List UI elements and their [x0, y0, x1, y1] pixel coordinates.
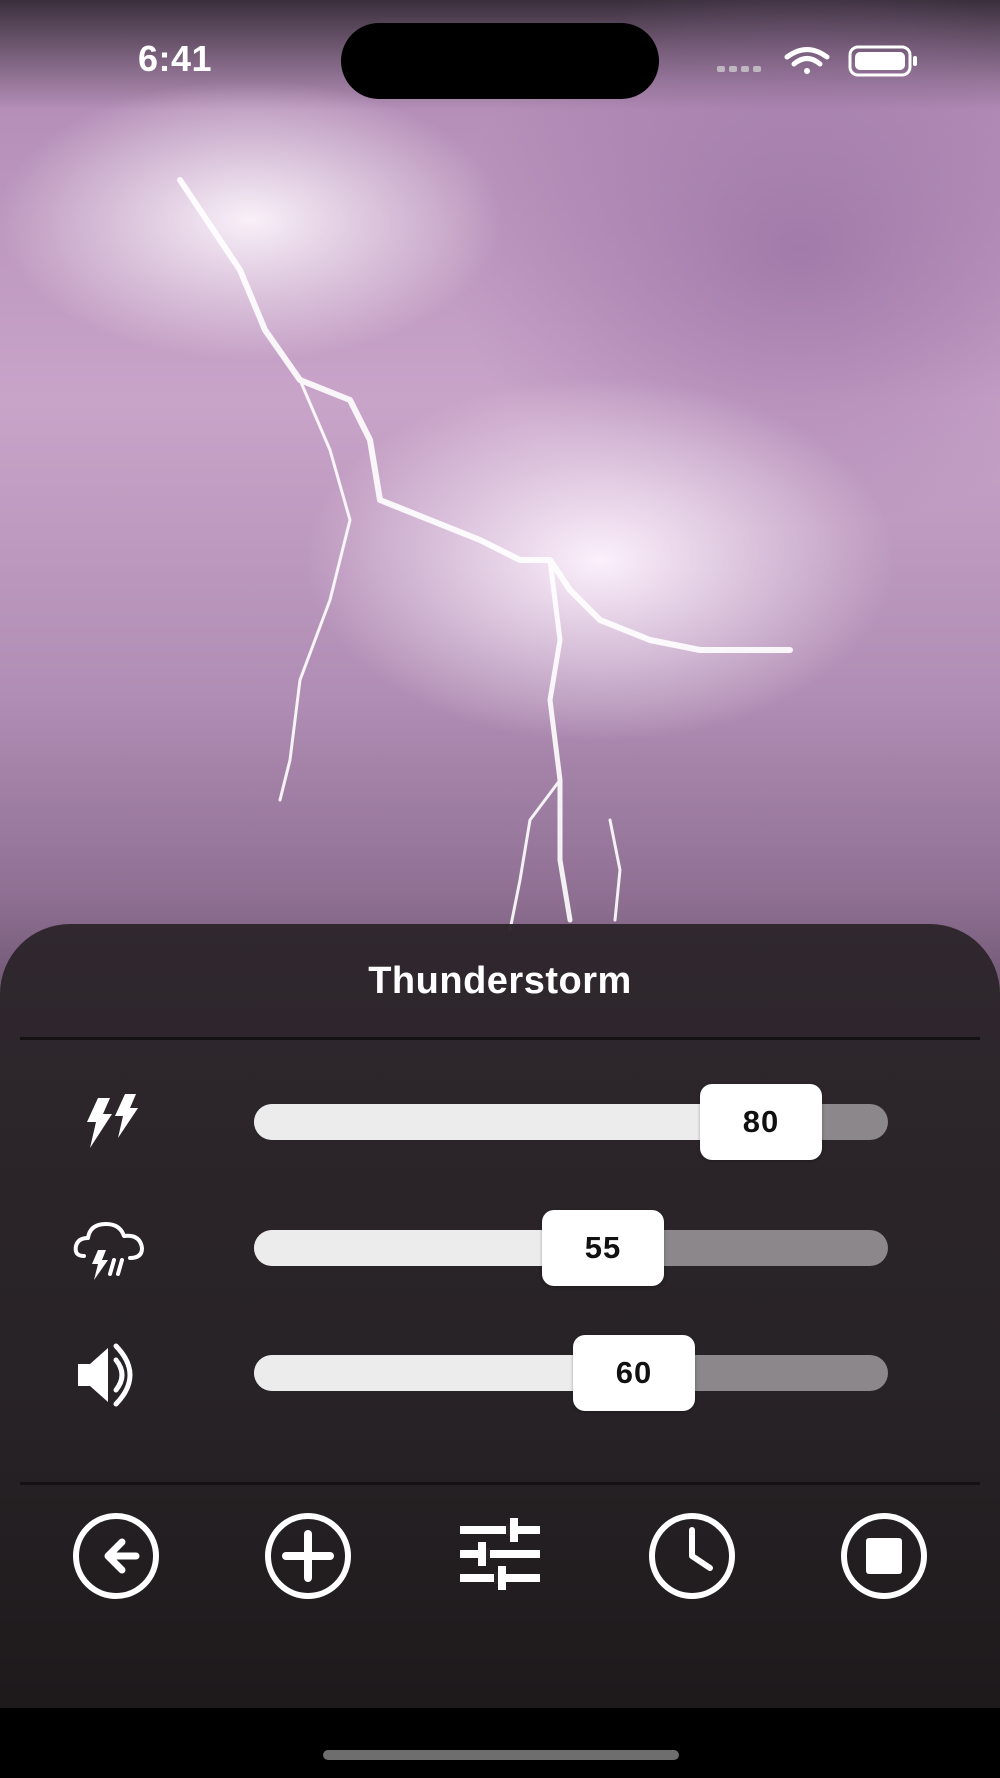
volume-icon: [78, 1343, 133, 1407]
rain-cloud-icon: [73, 1222, 144, 1280]
title-divider: [20, 1037, 980, 1040]
cellular-signal-icon: [717, 66, 761, 72]
status-time: 6:41: [138, 38, 213, 79]
volume-slider-thumb[interactable]: 60: [573, 1335, 695, 1411]
thunder-icon: [87, 1094, 138, 1148]
stop-icon[interactable]: [838, 1510, 930, 1602]
clock-icon[interactable]: [646, 1510, 738, 1602]
thunder-slider-thumb[interactable]: 80: [700, 1084, 822, 1160]
volume-slider[interactable]: 60: [254, 1335, 888, 1411]
sliders-icon[interactable]: [454, 1510, 546, 1602]
add-icon[interactable]: [262, 1510, 354, 1602]
rain-slider-thumb[interactable]: 55: [542, 1210, 664, 1286]
battery-icon: [848, 45, 917, 77]
rain-slider[interactable]: 55: [254, 1210, 888, 1286]
back-arrow-icon[interactable]: [70, 1510, 162, 1602]
dynamic-island: [341, 23, 659, 99]
lightning-bolt-graphic: [177, 177, 793, 932]
wifi-icon: [784, 47, 830, 74]
home-indicator[interactable]: [323, 1750, 679, 1760]
bottom-safe-area: [0, 1708, 1000, 1778]
thunder-slider-fill: [254, 1104, 761, 1140]
panel-title: Thunderstorm: [368, 960, 632, 1002]
status-icons: [717, 45, 917, 77]
controls-divider: [20, 1482, 980, 1485]
thunder-slider[interactable]: 80: [254, 1084, 888, 1160]
